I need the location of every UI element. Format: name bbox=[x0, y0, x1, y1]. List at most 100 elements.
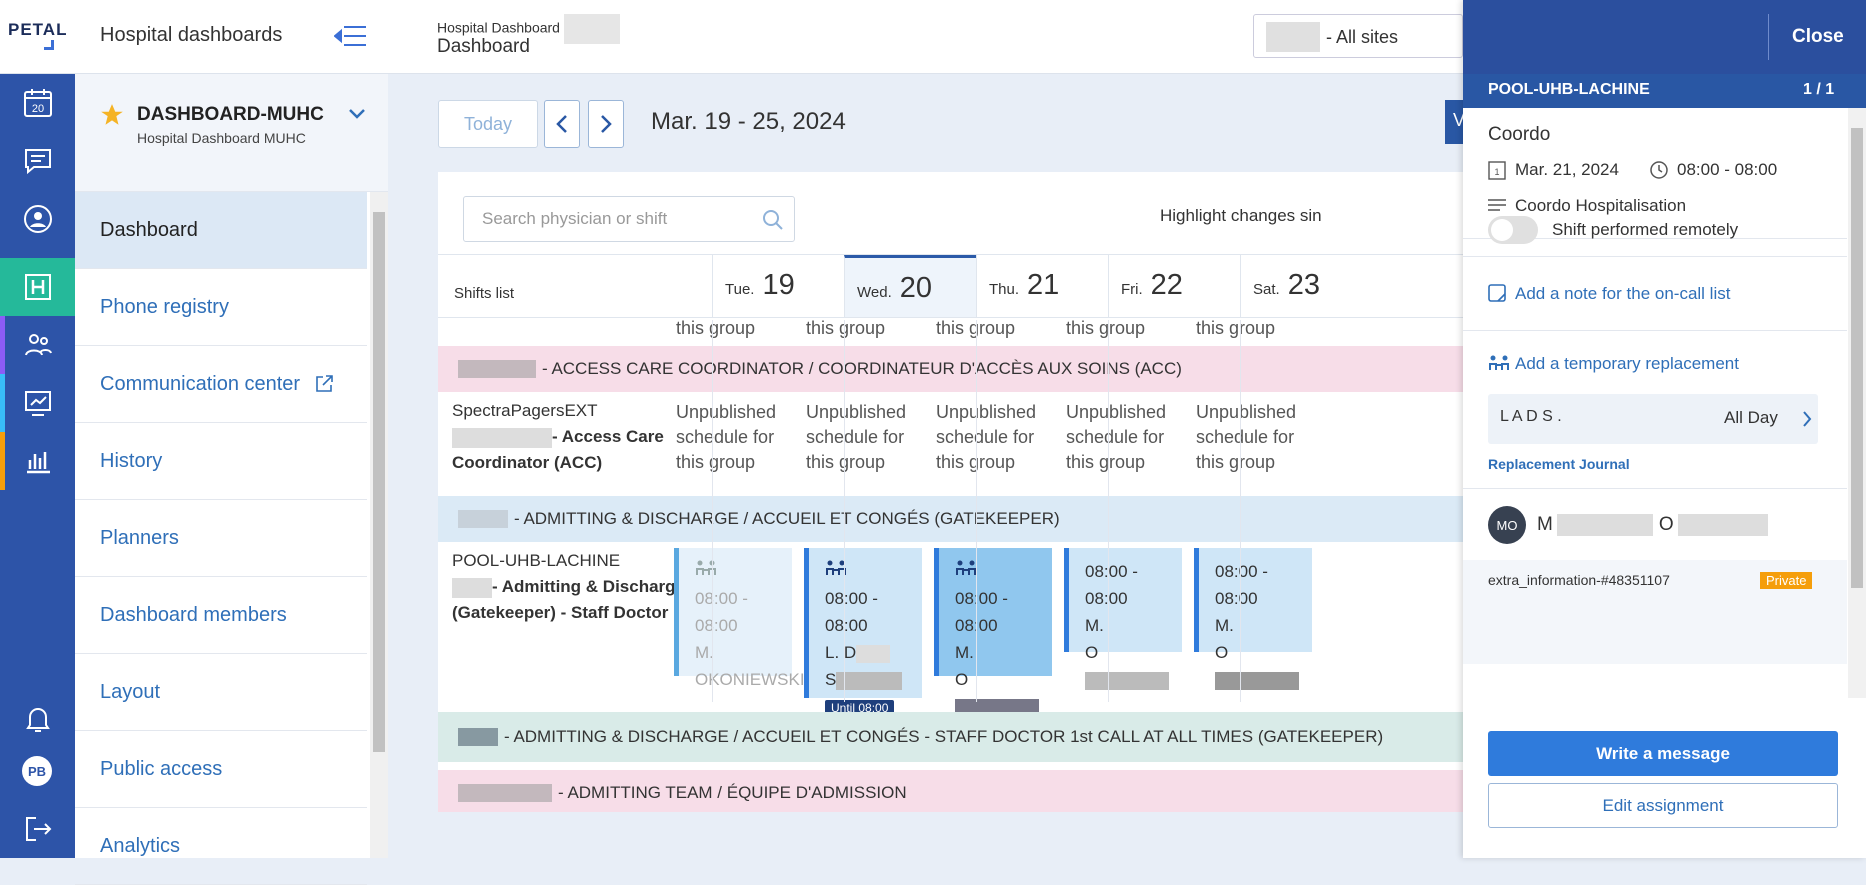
replacement-journal-link[interactable]: Replacement Journal bbox=[1488, 456, 1630, 472]
shift-card[interactable]: 08:00 - 08:00 L. D S Until 08:00 bbox=[804, 548, 922, 716]
icon-rail: 20 PB bbox=[0, 74, 75, 858]
search-icon bbox=[763, 210, 783, 230]
rail-hospital[interactable] bbox=[0, 258, 75, 316]
shift-card[interactable]: 08:00 - 08:00 M. OKONIEWSKI bbox=[674, 548, 805, 689]
rail-analytics[interactable] bbox=[0, 432, 75, 490]
svg-text:20: 20 bbox=[31, 103, 43, 115]
table-row: SpectraPagersEXT - Access Care Coordinat… bbox=[438, 392, 1528, 472]
dashboard-selector[interactable]: DASHBOARD-MUHC Hospital Dashboard MUHC bbox=[75, 74, 388, 192]
text-lines-icon bbox=[1488, 199, 1506, 211]
day-header-selected[interactable]: Wed. 20 bbox=[844, 255, 976, 317]
add-note-link[interactable]: Add a note for the on-call list bbox=[1515, 284, 1730, 304]
column-divider bbox=[1108, 320, 1109, 702]
nav-planners[interactable]: Planners bbox=[75, 500, 367, 577]
divider bbox=[1768, 14, 1769, 60]
replacement-icon bbox=[1489, 355, 1509, 370]
collapse-menu-icon[interactable] bbox=[334, 24, 368, 48]
redacted-block bbox=[563, 14, 620, 44]
nav-layout[interactable]: Layout bbox=[75, 654, 367, 731]
partial-row: this group this group this group this gr… bbox=[676, 320, 1276, 338]
prev-week-button[interactable] bbox=[544, 100, 580, 148]
replacement-icon bbox=[696, 560, 716, 575]
assignment-title: Coordo bbox=[1488, 124, 1551, 145]
nav-dashboard-members[interactable]: Dashboard members bbox=[75, 577, 367, 654]
extra-information: extra_information-#48351107 bbox=[1488, 572, 1670, 588]
unpublished-cell: Unpublished schedule for this group bbox=[1196, 402, 1297, 472]
day-header[interactable]: Sat. 23 bbox=[1240, 255, 1372, 317]
write-message-button[interactable]: Write a message bbox=[1488, 731, 1838, 776]
today-button[interactable]: Today bbox=[438, 100, 538, 148]
calendar-icon: 20 bbox=[23, 89, 52, 117]
nav-public-access[interactable]: Public access bbox=[75, 731, 367, 808]
chevron-right-icon bbox=[1803, 411, 1812, 427]
search-input[interactable]: Search physician or shift bbox=[463, 196, 795, 242]
dashboard-name: DASHBOARD-MUHC bbox=[137, 104, 324, 125]
private-badge: Private bbox=[1760, 572, 1813, 589]
rail-contacts[interactable] bbox=[0, 190, 75, 248]
days-header: Shifts list Tue. 19 Wed. 20 Thu. 21 Fri. 22 … bbox=[438, 254, 1528, 318]
panel-scrollbar[interactable] bbox=[1848, 108, 1866, 698]
assignment-time: 08:00 - 08:00 bbox=[1677, 160, 1778, 179]
next-week-button[interactable] bbox=[588, 100, 624, 148]
redacted-block bbox=[458, 728, 498, 746]
nav-history[interactable]: History bbox=[75, 423, 367, 500]
sites-select[interactable]: - All sites bbox=[1253, 14, 1463, 58]
star-icon[interactable] bbox=[99, 102, 125, 128]
rail-messages[interactable] bbox=[0, 132, 75, 190]
result-count: 1 / 1 bbox=[1803, 81, 1835, 98]
remote-toggle[interactable] bbox=[1488, 216, 1538, 244]
nav-dashboard[interactable]: Dashboard bbox=[75, 192, 367, 269]
shift-card[interactable]: 08:00 - 08:00 M. O bbox=[1194, 548, 1312, 690]
shift-card[interactable]: 08:00 - 08:00 M. O bbox=[1064, 548, 1182, 690]
redacted-block bbox=[458, 360, 536, 378]
hospital-icon bbox=[24, 274, 51, 300]
rail-calendar[interactable]: 20 bbox=[0, 74, 75, 132]
user-avatar[interactable]: PB bbox=[22, 756, 52, 786]
day-header[interactable]: Tue. 19 bbox=[712, 255, 844, 317]
board-icon bbox=[24, 391, 51, 416]
panel-body: Coordo 1 Mar. 21, 2024 08:00 - 08:00 Coo… bbox=[1463, 108, 1847, 664]
unpublished-cell: Unpublished schedule for this group bbox=[806, 402, 907, 472]
nav-phone-registry[interactable]: Phone registry bbox=[75, 269, 367, 346]
rail-notifications[interactable] bbox=[0, 690, 75, 748]
calendar-icon: 1 bbox=[1488, 161, 1506, 180]
edit-assignment-button[interactable]: Edit assignment bbox=[1488, 783, 1838, 828]
assignment-description: Coordo Hospitalisation bbox=[1515, 196, 1687, 215]
divider bbox=[1463, 256, 1847, 257]
section-admitting-team: - ADMITTING TEAM / ÉQUIPE D'ADMISSION bbox=[438, 770, 1528, 812]
chat-icon bbox=[24, 149, 51, 175]
chevron-down-icon[interactable] bbox=[347, 104, 367, 124]
unpublished-cell: Unpublished schedule for this group bbox=[1066, 402, 1167, 472]
replacement-item[interactable]: L A D S . All Day bbox=[1488, 394, 1818, 444]
panel-header: Close bbox=[1463, 0, 1866, 74]
dashboard-subtitle: Hospital Dashboard MUHC bbox=[137, 130, 306, 146]
redacted-block bbox=[458, 784, 552, 802]
add-replacement-link[interactable]: Add a temporary replacement bbox=[1515, 354, 1739, 374]
rail-board[interactable] bbox=[0, 374, 75, 432]
external-link-icon bbox=[316, 375, 333, 392]
schedule-panel: Search physician or shift Highlight chan… bbox=[438, 172, 1528, 812]
redacted-block bbox=[458, 510, 508, 528]
column-divider bbox=[844, 320, 845, 702]
column-divider bbox=[1240, 320, 1241, 702]
day-header[interactable]: Fri. 22 bbox=[1108, 255, 1240, 317]
scrollbar-thumb[interactable] bbox=[373, 212, 385, 752]
shift-card-selected[interactable]: 08:00 - 08:00M. O bbox=[934, 548, 1052, 717]
nav-communication-center[interactable]: Communication center bbox=[75, 346, 367, 423]
rail-logout[interactable] bbox=[0, 800, 75, 858]
svg-text:1: 1 bbox=[1494, 167, 1499, 177]
assignment-detail-panel: Close POOL-UHB-LACHINE 1 / 1 Coordo 1 Mar… bbox=[1463, 0, 1866, 858]
petal-logo[interactable]: PETAL bbox=[8, 20, 67, 40]
close-button[interactable]: Close bbox=[1792, 26, 1844, 48]
user-circle-icon bbox=[23, 205, 52, 233]
day-header[interactable]: Thu. 21 bbox=[976, 255, 1108, 317]
sidebar-scrollbar[interactable] bbox=[370, 192, 388, 858]
assignment-date: Mar. 21, 2024 bbox=[1515, 160, 1619, 179]
note-icon[interactable] bbox=[1488, 284, 1506, 302]
logout-icon bbox=[25, 817, 51, 841]
member-name[interactable]: MO bbox=[1537, 514, 1768, 536]
shifts-list-header: Shifts list bbox=[454, 285, 515, 302]
nav-analytics[interactable]: Analytics bbox=[75, 808, 367, 885]
rail-groups[interactable] bbox=[0, 316, 75, 374]
scrollbar-thumb[interactable] bbox=[1851, 128, 1863, 588]
